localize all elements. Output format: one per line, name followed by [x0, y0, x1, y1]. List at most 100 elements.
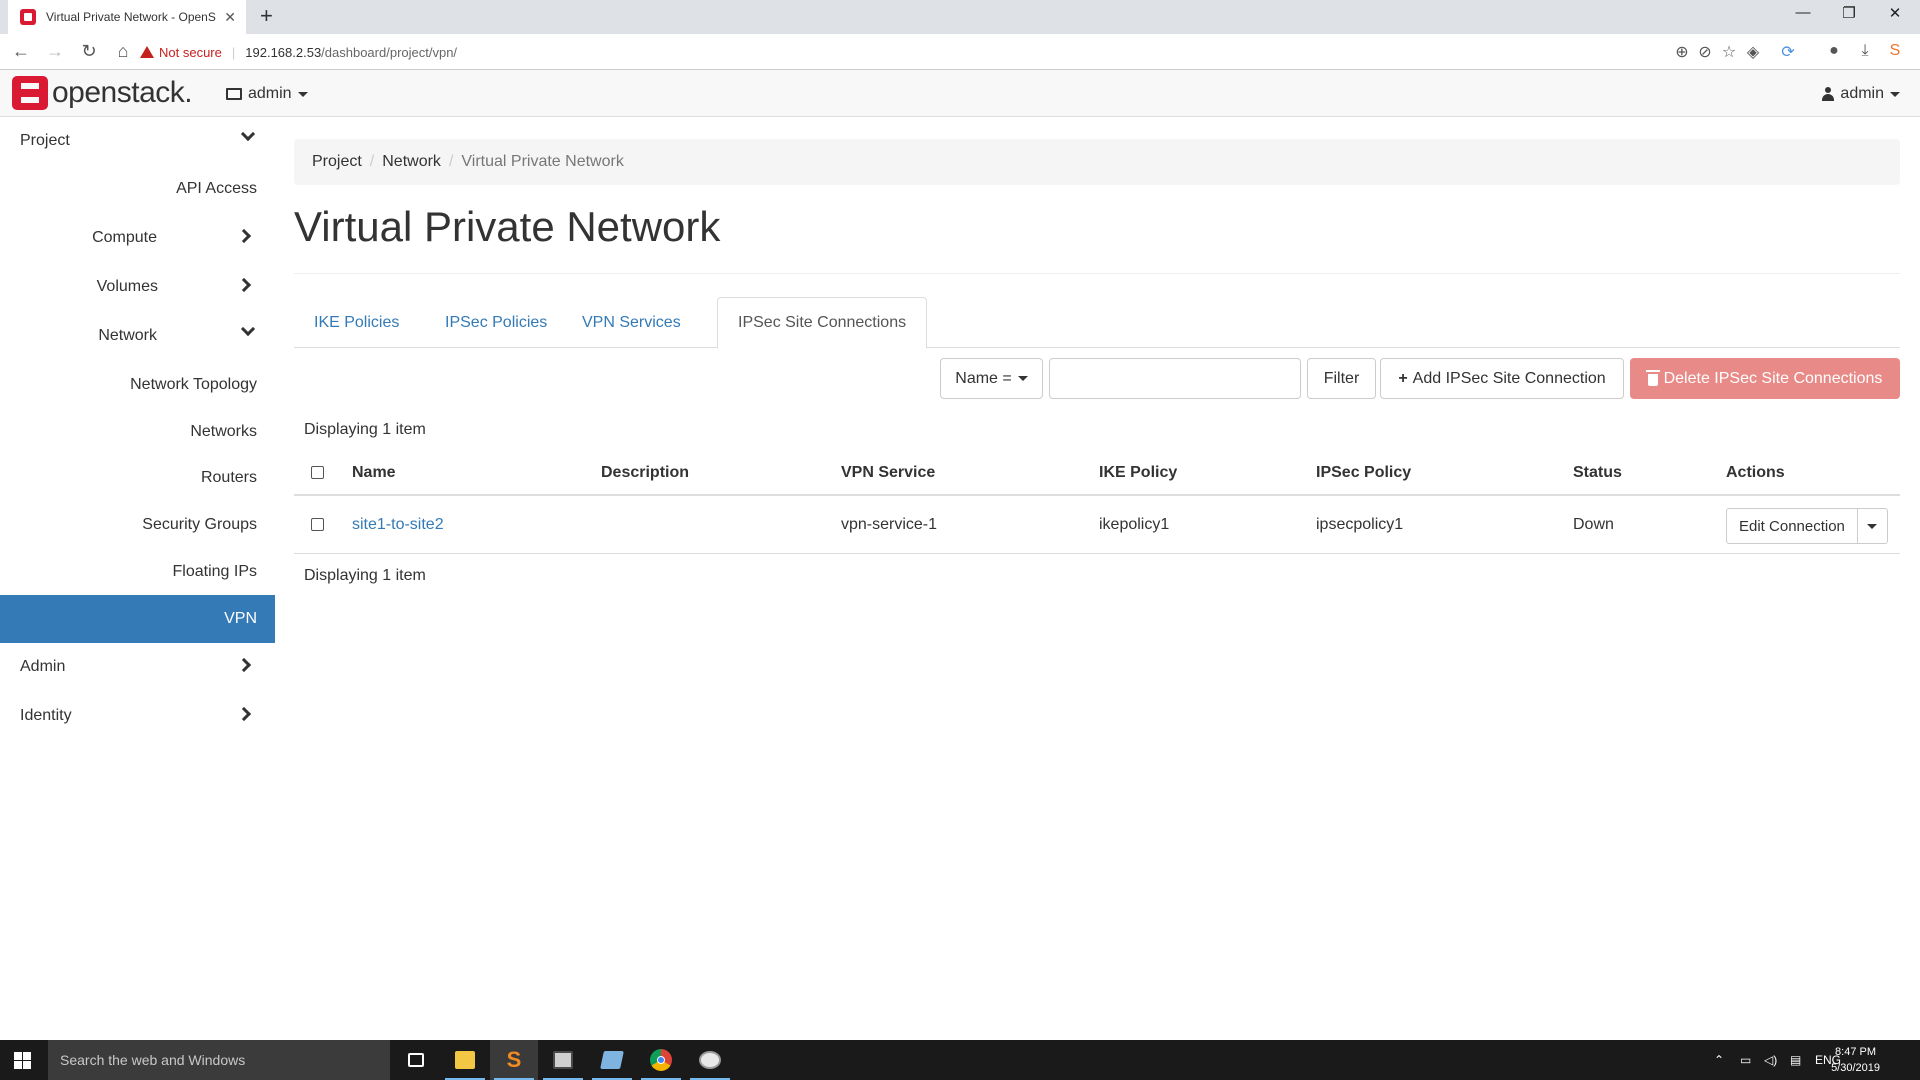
file-explorer-icon[interactable]: [441, 1040, 489, 1080]
chevron-down-icon: [240, 321, 256, 337]
caret-down-icon: [1867, 523, 1878, 529]
row-checkbox[interactable]: [311, 518, 324, 531]
divider: [294, 273, 1900, 274]
tab-ipsec-site-connections[interactable]: IPSec Site Connections: [717, 297, 928, 349]
forward-icon[interactable]: →: [38, 41, 72, 62]
new-tab-icon[interactable]: +: [260, 3, 273, 29]
plus-icon: +: [1398, 369, 1408, 387]
column-header-ike-policy[interactable]: IKE Policy: [1099, 464, 1177, 482]
shield-extension-icon[interactable]: ◈: [1743, 42, 1763, 62]
add-button-label: Add IPSec Site Connection: [1412, 369, 1606, 387]
breadcrumb-network[interactable]: Network: [382, 153, 441, 171]
windows-start-icon[interactable]: [14, 1052, 31, 1069]
warning-icon: [140, 46, 154, 58]
browser-tab-strip: Virtual Private Network - OpenSt ✕ + — ❐…: [0, 0, 1920, 34]
window-close-icon[interactable]: ✕: [1872, 4, 1918, 22]
sidebar-item-admin[interactable]: Admin: [0, 643, 275, 691]
browser-tab[interactable]: Virtual Private Network - OpenSt ✕: [8, 0, 246, 34]
bookmark-star-icon[interactable]: ☆: [1719, 42, 1739, 62]
url-path: /dashboard/project/vpn/: [321, 44, 458, 60]
sidebar-item-networks[interactable]: Networks: [0, 408, 275, 456]
breadcrumb-project[interactable]: Project: [312, 153, 362, 171]
sidebar-item-label: Security Groups: [142, 516, 257, 533]
tab-bar: IKE Policies IPSec Policies VPN Services…: [294, 297, 1900, 349]
tab-ike-policies[interactable]: IKE Policies: [294, 297, 419, 348]
notes-app-icon[interactable]: [588, 1040, 636, 1080]
clock-time: 8:47 PM: [1835, 1046, 1877, 1058]
sidebar-item-project[interactable]: Project: [0, 117, 275, 165]
show-hidden-icons[interactable]: ⌃: [1714, 1040, 1724, 1080]
sidebar-item-label: VPN: [224, 610, 257, 627]
caret-down-icon: [297, 91, 308, 97]
filter-button[interactable]: Filter: [1307, 358, 1376, 399]
chevron-right-icon: [236, 706, 252, 722]
connection-ike-policy: ikepolicy1: [1099, 516, 1170, 533]
image-viewer-icon[interactable]: [539, 1040, 587, 1080]
volume-icon[interactable]: ◁): [1764, 1040, 1777, 1080]
connection-name-link[interactable]: site1-to-site2: [352, 516, 444, 534]
security-label: Not secure: [159, 44, 222, 60]
sync-extension-icon[interactable]: ⟳: [1778, 42, 1798, 62]
filter-input[interactable]: [1049, 358, 1301, 399]
user-menu[interactable]: admin: [1822, 85, 1900, 103]
edit-connection-button[interactable]: Edit Connection: [1726, 508, 1858, 544]
close-tab-icon[interactable]: ✕: [224, 9, 236, 26]
sidebar-item-floating-ips[interactable]: Floating IPs: [0, 548, 275, 596]
sidebar-item-network[interactable]: Network: [0, 312, 275, 360]
reload-icon[interactable]: ↻: [72, 41, 106, 62]
sidebar-item-network-topology[interactable]: Network Topology: [0, 361, 275, 409]
download-icon[interactable]: ⤓: [1855, 42, 1875, 62]
blocked-icon[interactable]: ⊘: [1695, 42, 1715, 62]
sublime-text-icon[interactable]: S: [490, 1040, 538, 1080]
s-extension-icon[interactable]: S: [1885, 42, 1905, 62]
project-selector[interactable]: admin: [226, 85, 308, 103]
filter-field-dropdown[interactable]: Name =: [940, 358, 1043, 399]
profile-icon[interactable]: ●: [1824, 42, 1844, 62]
not-secure-indicator[interactable]: Not secure: [140, 45, 222, 60]
zoom-icon[interactable]: ⊕: [1672, 42, 1692, 62]
task-view-icon[interactable]: [392, 1040, 440, 1080]
sidebar-item-label: Network: [98, 327, 157, 344]
sidebar-item-security-groups[interactable]: Security Groups: [0, 501, 275, 549]
tab-ipsec-policies[interactable]: IPSec Policies: [425, 297, 567, 348]
column-header-status[interactable]: Status: [1573, 464, 1622, 482]
openstack-logo[interactable]: openstack.: [12, 76, 193, 110]
column-header-description[interactable]: Description: [601, 464, 689, 482]
filter-field-label: Name =: [955, 369, 1012, 387]
column-header-name[interactable]: Name: [352, 464, 396, 482]
sidebar-item-identity[interactable]: Identity: [0, 692, 275, 740]
taskbar-search-input[interactable]: Search the web and Windows: [48, 1040, 390, 1080]
more-actions-dropdown[interactable]: [1857, 508, 1888, 544]
sidebar-item-vpn[interactable]: VPN: [0, 595, 275, 643]
omnibox-separator: |: [231, 44, 236, 60]
sidebar-item-label: Network Topology: [130, 376, 257, 393]
back-icon[interactable]: ←: [4, 41, 38, 62]
sidebar-item-routers[interactable]: Routers: [0, 454, 275, 502]
trash-icon: [1645, 369, 1660, 386]
minimize-icon[interactable]: —: [1780, 4, 1826, 21]
tab-vpn-services[interactable]: VPN Services: [562, 297, 701, 348]
sidebar-item-volumes[interactable]: Volumes: [0, 263, 275, 311]
add-ipsec-site-connection-button[interactable]: + Add IPSec Site Connection: [1380, 358, 1624, 399]
network-icon[interactable]: ▭: [1740, 1040, 1751, 1080]
chrome-icon[interactable]: [637, 1040, 685, 1080]
sidebar-item-compute[interactable]: Compute: [0, 214, 275, 262]
paint-app-icon[interactable]: [686, 1040, 734, 1080]
sidebar-item-label: Volumes: [96, 278, 158, 295]
delete-ipsec-site-connections-button[interactable]: Delete IPSec Site Connections: [1630, 358, 1900, 399]
page-title: Virtual Private Network: [294, 203, 721, 250]
action-center-icon[interactable]: ▤: [1790, 1040, 1801, 1080]
chevron-right-icon: [236, 277, 252, 293]
user-menu-label: admin: [1840, 85, 1884, 102]
column-header-actions: Actions: [1726, 464, 1785, 481]
breadcrumb-separator: /: [448, 153, 454, 170]
column-header-vpn-service[interactable]: VPN Service: [841, 464, 935, 482]
taskbar-clock[interactable]: 8:47 PM 5/30/2019: [1831, 1044, 1880, 1076]
brand-text: openstack.: [52, 76, 193, 109]
home-icon[interactable]: ⌂: [106, 41, 140, 62]
omnibox[interactable]: Not secure | 192.168.2.53/dashboard/proj…: [140, 39, 1760, 65]
sidebar-item-api-access[interactable]: API Access: [0, 165, 275, 213]
select-all-checkbox[interactable]: [311, 466, 324, 479]
column-header-ipsec-policy[interactable]: IPSec Policy: [1316, 464, 1411, 482]
restore-icon[interactable]: ❐: [1826, 4, 1872, 22]
